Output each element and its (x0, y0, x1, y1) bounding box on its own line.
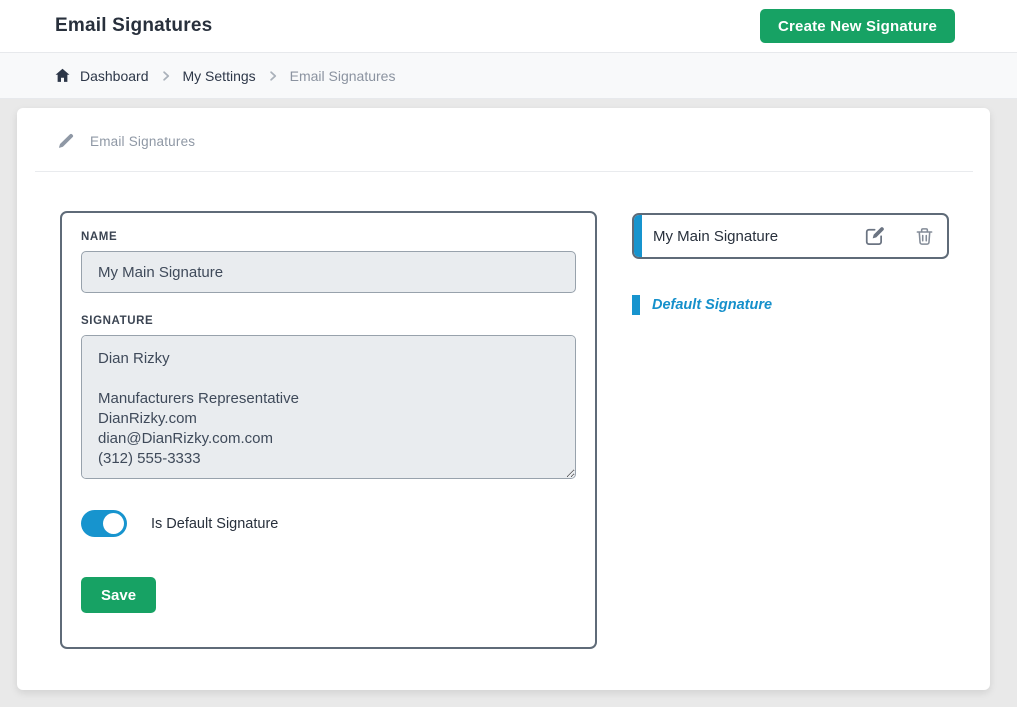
page-title: Email Signatures (55, 15, 213, 36)
toggle-label: Is Default Signature (151, 515, 279, 532)
card-body: NAME SIGNATURE Dian Rizky Manufacturers … (17, 172, 990, 649)
toggle-knob (103, 513, 124, 534)
chevron-right-icon (160, 70, 172, 82)
signature-name: My Main Signature (653, 227, 779, 245)
signature-list: My Main Signature Default Signature (632, 213, 949, 315)
pencil-icon (58, 133, 74, 149)
default-toggle-row: Is Default Signature (81, 510, 576, 537)
signature-textarea[interactable]: Dian Rizky Manufacturers Representative … (81, 335, 576, 479)
signature-list-item: My Main Signature (632, 213, 949, 259)
trash-icon[interactable] (915, 227, 934, 246)
name-label: NAME (81, 231, 118, 243)
content-area: Email Signatures NAME SIGNATURE Dian Riz… (0, 99, 1017, 690)
breadcrumb-item-email-signatures: Email Signatures (289, 67, 396, 84)
name-input[interactable] (81, 251, 576, 293)
breadcrumb-item-my-settings[interactable]: My Settings (183, 68, 256, 84)
default-signature-label: Default Signature (652, 297, 773, 313)
create-new-signature-button[interactable]: Create New Signature (759, 9, 955, 43)
edit-icon[interactable] (865, 226, 885, 246)
email-signatures-card: Email Signatures NAME SIGNATURE Dian Riz… (17, 108, 990, 690)
default-signature-indicator: Default Signature (632, 295, 949, 315)
save-button[interactable]: Save (81, 577, 157, 613)
default-accent-bar (632, 295, 640, 315)
card-title: Email Signatures (90, 133, 196, 149)
card-header: Email Signatures (35, 108, 973, 172)
home-icon[interactable] (55, 68, 70, 83)
top-header: Email Signatures Create New Signature (0, 0, 1017, 53)
breadcrumb: Dashboard My Settings Email Signatures (0, 53, 1017, 99)
is-default-toggle[interactable] (81, 510, 127, 537)
signature-label: SIGNATURE (81, 315, 154, 327)
breadcrumb-item-dashboard[interactable]: Dashboard (80, 68, 149, 84)
accent-bar (634, 215, 642, 257)
chevron-right-icon (267, 70, 279, 82)
signature-form: NAME SIGNATURE Dian Rizky Manufacturers … (60, 211, 597, 649)
